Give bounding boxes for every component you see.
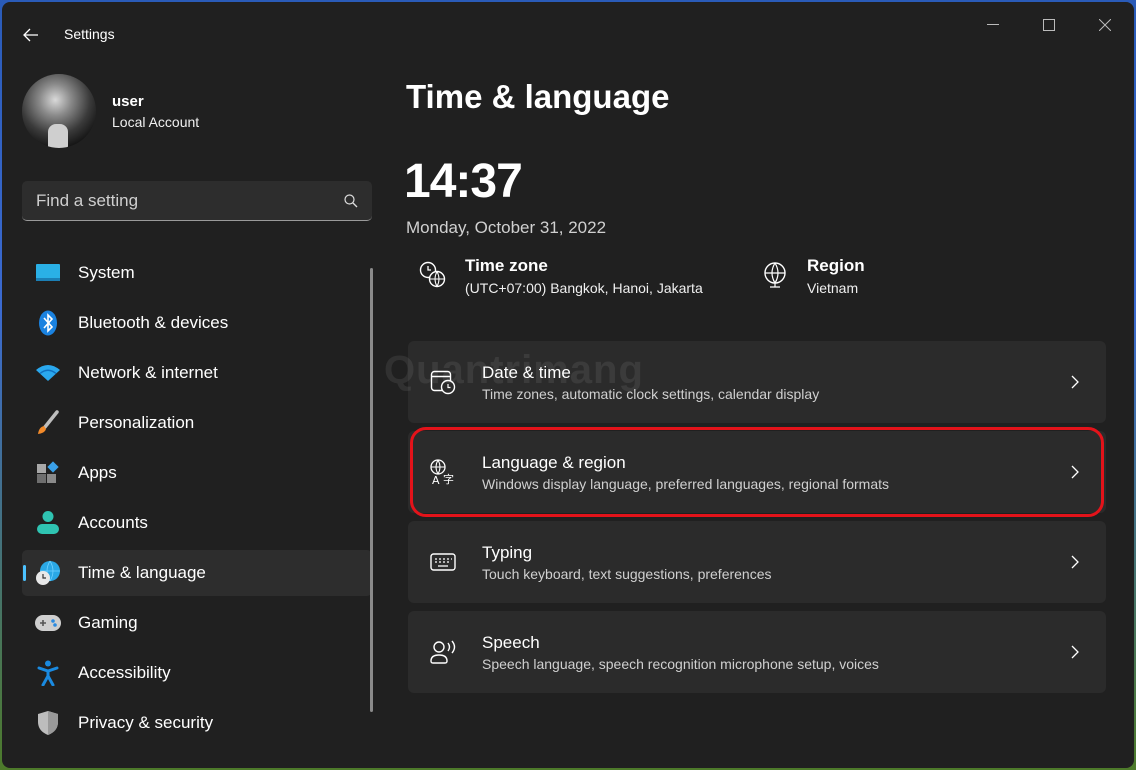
minimize-icon <box>987 24 999 25</box>
svg-text:字: 字 <box>443 472 454 485</box>
sidebar-item-personalization[interactable]: Personalization <box>22 400 372 446</box>
region-info: Region Vietnam <box>760 256 865 296</box>
page-title: Time & language <box>406 78 670 115</box>
time-language-icon <box>35 560 61 586</box>
avatar <box>22 74 96 148</box>
card-description: Speech language, speech recognition micr… <box>482 655 879 672</box>
search-input[interactable] <box>36 190 336 211</box>
time-zone-icon <box>418 260 448 290</box>
wifi-icon <box>35 360 61 386</box>
card-language-region[interactable]: A字 Language & region Windows display lan… <box>408 427 1106 517</box>
time-zone-value: (UTC+07:00) Bangkok, Hanoi, Jakarta <box>465 280 703 296</box>
user-profile[interactable]: user Local Account <box>22 74 199 148</box>
search-box <box>22 181 372 221</box>
gamepad-icon <box>35 610 61 636</box>
keyboard-icon <box>428 547 458 577</box>
current-time: 14:37 <box>404 155 523 208</box>
region-title: Region <box>807 256 865 275</box>
speech-icon <box>428 637 458 667</box>
sidebar-item-label: Privacy & security <box>78 713 214 732</box>
sidebar-item-label: Time & language <box>78 563 206 582</box>
time-zone-info: Time zone (UTC+07:00) Bangkok, Hanoi, Ja… <box>418 256 703 296</box>
svg-text:A: A <box>432 474 440 485</box>
card-date-time[interactable]: Date & time Time zones, automatic clock … <box>408 341 1106 423</box>
profile-name: user <box>112 92 144 110</box>
settings-cards: Date & time Time zones, automatic clock … <box>408 341 1106 701</box>
system-icon <box>35 260 61 286</box>
back-button[interactable] <box>16 20 46 50</box>
accessibility-icon <box>35 660 61 686</box>
sidebar-item-label: Accounts <box>78 513 148 532</box>
calendar-clock-icon <box>428 367 458 397</box>
title-bar: Settings <box>2 2 1134 50</box>
card-description: Time zones, automatic clock settings, ca… <box>482 385 820 402</box>
maximize-button[interactable] <box>1026 10 1072 40</box>
sidebar-item-privacy[interactable]: Privacy & security <box>22 700 372 746</box>
sidebar-item-label: System <box>78 263 135 282</box>
chevron-right-icon <box>1060 547 1090 577</box>
close-button[interactable] <box>1082 10 1128 40</box>
sidebar-item-time-language[interactable]: Time & language <box>22 550 372 596</box>
sidebar-item-apps[interactable]: Apps <box>22 450 372 496</box>
card-title: Speech <box>482 632 540 652</box>
card-title: Date & time <box>482 362 571 382</box>
back-arrow-icon <box>23 28 38 42</box>
card-title: Language & region <box>482 452 626 472</box>
current-date: Monday, October 31, 2022 <box>406 218 607 237</box>
sidebar-item-label: Accessibility <box>78 663 171 682</box>
sidebar-item-bluetooth[interactable]: Bluetooth & devices <box>22 300 372 346</box>
chevron-right-icon <box>1060 457 1090 487</box>
main-content: Time & language 14:37 Monday, October 31… <box>382 50 1134 768</box>
apps-icon <box>35 460 61 486</box>
sidebar-item-label: Network & internet <box>78 363 218 382</box>
sidebar-item-label: Apps <box>78 463 117 482</box>
shield-icon <box>35 710 61 736</box>
sidebar-item-gaming[interactable]: Gaming <box>22 600 372 646</box>
sidebar-item-accounts[interactable]: Accounts <box>22 500 372 546</box>
card-description: Windows display language, preferred lang… <box>482 475 890 492</box>
sidebar-item-label: Gaming <box>78 613 138 632</box>
sidebar-item-system[interactable]: System <box>22 250 372 296</box>
chevron-right-icon <box>1060 367 1090 397</box>
card-typing[interactable]: Typing Touch keyboard, text suggestions,… <box>408 521 1106 603</box>
sidebar-item-accessibility[interactable]: Accessibility <box>22 650 372 696</box>
card-description: Touch keyboard, text suggestions, prefer… <box>482 565 772 582</box>
settings-window: Settings user Local Account Find a setti… <box>2 2 1134 768</box>
profile-account-type: Local Account <box>112 113 200 130</box>
globe-icon <box>760 260 790 290</box>
sidebar-item-network[interactable]: Network & internet <box>22 350 372 396</box>
card-title: Typing <box>482 542 533 562</box>
sidebar-scrollbar[interactable] <box>370 268 373 712</box>
chevron-right-icon <box>1060 637 1090 667</box>
app-title: Settings <box>64 26 115 42</box>
language-icon: A字 <box>428 457 458 487</box>
account-icon <box>35 510 61 536</box>
sidebar: user Local Account System Bluetooth & de… <box>2 50 382 768</box>
region-value: Vietnam <box>807 280 859 296</box>
time-zone-title: Time zone <box>465 256 548 275</box>
minimize-button[interactable] <box>970 10 1016 40</box>
sidebar-item-label: Bluetooth & devices <box>78 313 229 332</box>
sidebar-nav: System Bluetooth & devices Network & int… <box>22 250 372 750</box>
bluetooth-icon <box>35 310 61 336</box>
brush-icon <box>35 410 61 436</box>
card-speech[interactable]: Speech Speech language, speech recogniti… <box>408 611 1106 693</box>
close-icon <box>1099 19 1111 31</box>
maximize-icon <box>1043 19 1055 31</box>
sidebar-item-label: Personalization <box>78 413 195 432</box>
search-icon[interactable] <box>336 186 366 216</box>
